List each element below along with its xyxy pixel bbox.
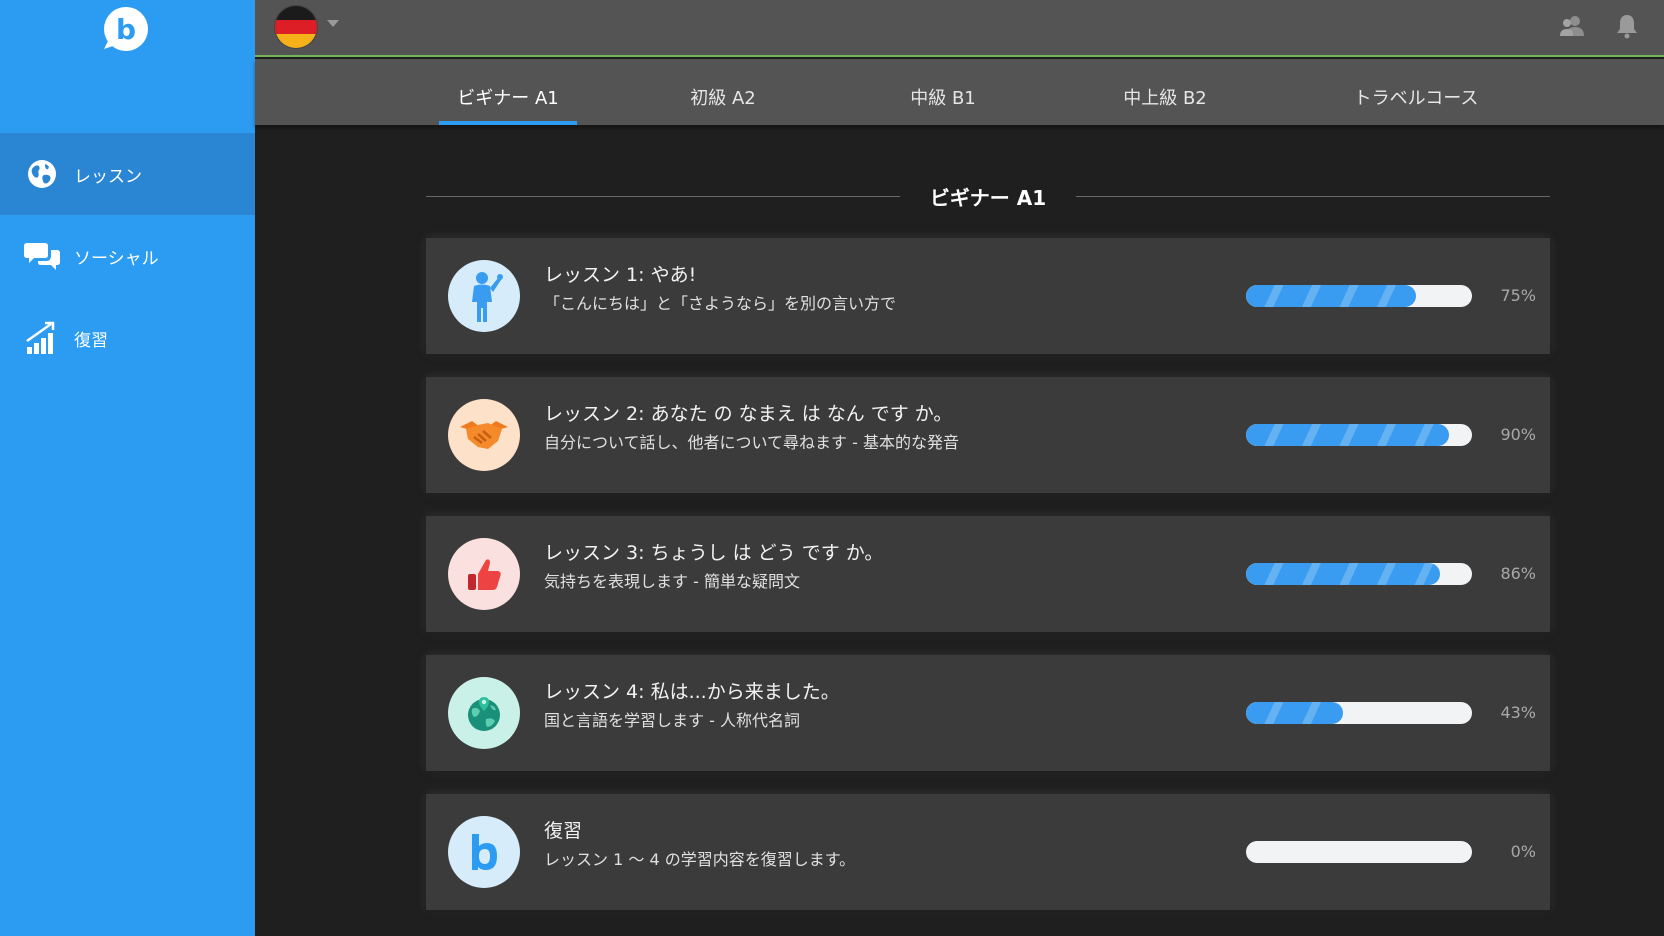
sidebar-item-review[interactable]: 復習: [0, 297, 255, 379]
lesson-progress-percent: 0%: [1510, 842, 1536, 861]
lesson-title: レッスン 4: 私は...から来ました。: [544, 681, 840, 703]
bell-icon[interactable]: [1613, 12, 1641, 40]
lesson-progress-bar: [1246, 702, 1472, 724]
lesson-title: 復習: [544, 820, 583, 842]
lesson-progress-fill: [1246, 563, 1441, 585]
lesson-progress-bar: [1246, 563, 1472, 585]
lesson-progress-fill: [1246, 285, 1416, 307]
sidebar-item-social[interactable]: ソーシャル: [0, 215, 255, 297]
tab-label: 初級 A2: [690, 88, 756, 109]
chart-icon: [24, 320, 60, 356]
tab-beginner-a1[interactable]: ビギナー A1: [439, 59, 577, 125]
chevron-down-icon[interactable]: [327, 20, 339, 27]
logo-letter: b: [116, 13, 136, 46]
lesson-title: レッスン 2: あなた の なまえ は なん です か。: [544, 403, 953, 425]
lesson-progress-bar: [1246, 424, 1472, 446]
sidebar-item-lessons[interactable]: レッスン: [0, 133, 255, 215]
lesson-progress-fill: [1246, 424, 1450, 446]
lesson-progress-fill: [1246, 702, 1344, 724]
tab-label: 中級 B1: [910, 88, 976, 109]
lesson-progress-bar: [1246, 841, 1472, 863]
lesson-card-1[interactable]: レッスン 1: やあ! 「こんにちは」と「さようなら」を別の言い方で 75%: [426, 238, 1550, 354]
section-divider-right: [1076, 196, 1550, 197]
lesson-progress-percent: 43%: [1500, 703, 1536, 722]
sidebar-item-label: ソーシャル: [74, 248, 159, 269]
sidebar: b レッスン ソーシャル 復習: [0, 0, 255, 936]
lesson-subtitle: 気持ちを表現します - 簡単な疑問文: [544, 572, 800, 591]
lesson-card-4[interactable]: レッスン 4: 私は...から来ました。 国と言語を学習します - 人称代名詞 …: [426, 655, 1550, 771]
lesson-progress-percent: 86%: [1500, 564, 1536, 583]
chat-icon: [24, 238, 60, 274]
friends-icon[interactable]: [1558, 12, 1586, 40]
section-divider-left: [426, 196, 900, 197]
tab-label: 中上級 B2: [1123, 88, 1207, 109]
app-root: b レッスン ソーシャル 復習 ビギナー A1 初級 A2 中級 B1 中上級 …: [0, 0, 1664, 936]
busuu-b-icon: [448, 816, 520, 888]
lesson-subtitle: 「こんにちは」と「さようなら」を別の言い方で: [544, 294, 897, 313]
lesson-card-2[interactable]: レッスン 2: あなた の なまえ は なん です か。 自分について話し、他者…: [426, 377, 1550, 493]
tab-intermediate-b1[interactable]: 中級 B1: [875, 59, 1011, 125]
tab-travel-course[interactable]: トラベルコース: [1321, 59, 1511, 125]
lesson-progress-percent: 75%: [1500, 286, 1536, 305]
section-title: ビギナー A1: [929, 186, 1047, 210]
sidebar-item-label: レッスン: [74, 166, 142, 187]
lesson-card-3[interactable]: レッスン 3: ちょうし は どう です か。 気持ちを表現します - 簡単な疑…: [426, 516, 1550, 632]
handshake-icon: [448, 399, 520, 471]
waving-person-icon: [448, 260, 520, 332]
lesson-subtitle: レッスン 1 〜 4 の学習内容を復習します。: [544, 850, 856, 869]
lesson-card-review[interactable]: 復習 レッスン 1 〜 4 の学習内容を復習します。 0%: [426, 794, 1550, 910]
thumbs-up-icon: [448, 538, 520, 610]
lesson-progress-bar: [1246, 285, 1472, 307]
tab-elementary-a2[interactable]: 初級 A2: [655, 59, 791, 125]
tab-upper-intermediate-b2[interactable]: 中上級 B2: [1087, 59, 1243, 125]
lesson-subtitle: 国と言語を学習します - 人称代名詞: [544, 711, 800, 730]
sidebar-item-label: 復習: [74, 330, 108, 351]
level-tabs: ビギナー A1 初級 A2 中級 B1 中上級 B2 トラベルコース: [255, 59, 1664, 125]
globe-pin-icon: [448, 677, 520, 749]
germany-flag-icon[interactable]: [275, 6, 317, 48]
tab-label: トラベルコース: [1353, 88, 1479, 109]
globe-icon: [24, 156, 60, 192]
busuu-logo-icon[interactable]: b: [100, 5, 152, 53]
lesson-title: レッスン 1: やあ!: [544, 264, 697, 286]
lesson-title: レッスン 3: ちょうし は どう です か。: [544, 542, 884, 564]
tab-label: ビギナー A1: [457, 88, 559, 109]
lesson-subtitle: 自分について話し、他者について尋ねます - 基本的な発音: [544, 433, 959, 452]
lesson-progress-percent: 90%: [1500, 425, 1536, 444]
top-bar: [255, 0, 1664, 57]
